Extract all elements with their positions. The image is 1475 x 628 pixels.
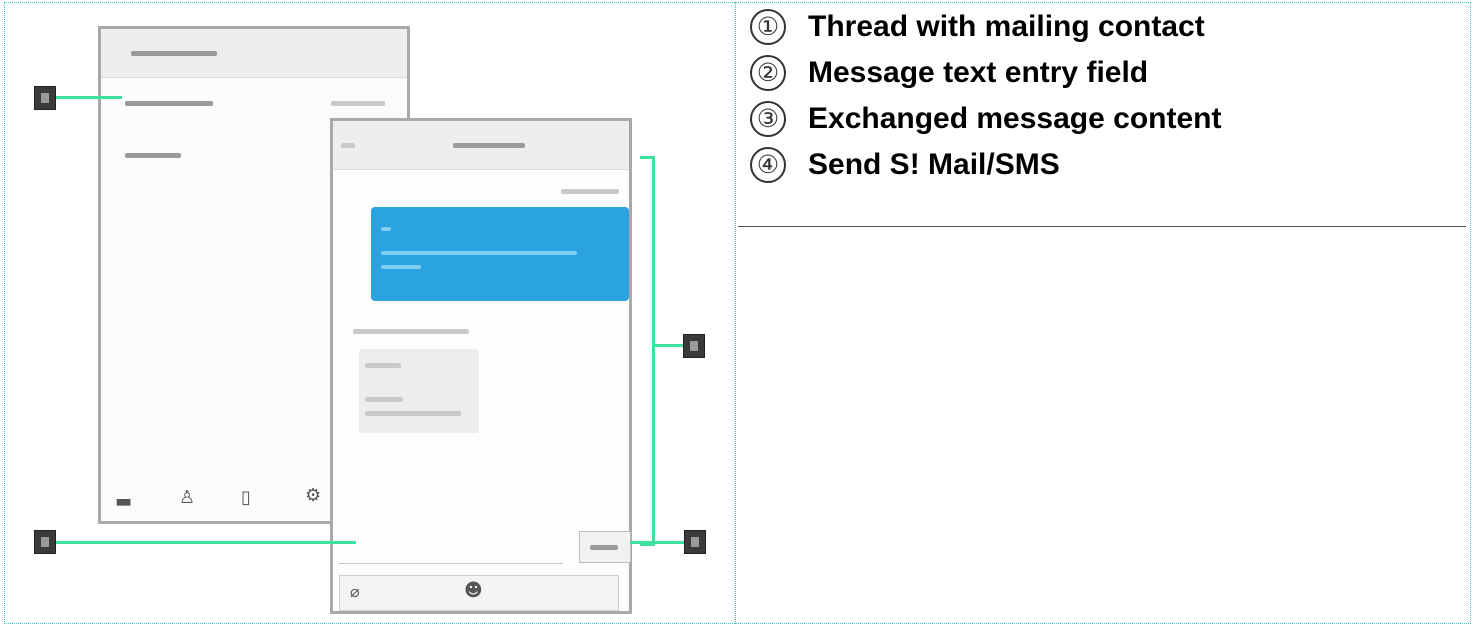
- legend-label: Exchanged message content: [808, 102, 1222, 135]
- callout-line-2: [56, 541, 356, 544]
- document-icon[interactable]: ▯: [241, 487, 251, 508]
- legend: ① Thread with mailing contact ② Message …: [738, 4, 1466, 226]
- person-icon[interactable]: ♙: [179, 487, 195, 508]
- callout-marker-3: [683, 334, 705, 358]
- thread-list-header: [101, 29, 407, 78]
- legend-item-2: ② Message text entry field: [738, 50, 1466, 96]
- camera-icon[interactable]: ▬: [115, 491, 132, 512]
- legend-label: Message text entry field: [808, 56, 1149, 89]
- legend-number: ③: [750, 101, 786, 137]
- legend-number: ④: [750, 147, 786, 183]
- emoji-icon[interactable]: ☻: [464, 580, 483, 601]
- callout-marker-1: [34, 86, 56, 110]
- legend-item-3: ③ Exchanged message content: [738, 96, 1466, 142]
- callout-bracket-top: [640, 156, 655, 159]
- conversation-header: [333, 121, 629, 170]
- received-timestamp: [353, 329, 469, 334]
- callout-bracket-3: [652, 156, 655, 546]
- column-divider: [735, 2, 736, 624]
- callout-line-3: [655, 344, 683, 347]
- conversation-screen: ⌀ ☻: [330, 118, 632, 614]
- message-input[interactable]: [339, 531, 563, 564]
- send-button[interactable]: [579, 531, 631, 563]
- callout-line-1: [56, 96, 122, 99]
- legend-item-1: ① Thread with mailing contact: [738, 4, 1466, 50]
- received-message-bubble: [359, 349, 479, 433]
- legend-rule: [738, 226, 1466, 227]
- legend-number: ①: [750, 9, 786, 45]
- legend-number: ②: [750, 55, 786, 91]
- attach-icon[interactable]: ⌀: [350, 582, 360, 601]
- callout-marker-2: [34, 530, 56, 554]
- legend-item-4: ④ Send S! Mail/SMS: [738, 142, 1466, 188]
- callout-marker-4: [684, 530, 706, 554]
- gear-icon[interactable]: ⚙: [305, 485, 321, 506]
- message-timestamp: [561, 189, 619, 194]
- compose-toolbar: ⌀ ☻: [339, 575, 619, 611]
- legend-label: Send S! Mail/SMS: [808, 148, 1060, 181]
- callout-line-4: [630, 541, 684, 544]
- sent-message-bubble: [371, 207, 629, 301]
- legend-label: Thread with mailing contact: [808, 10, 1205, 43]
